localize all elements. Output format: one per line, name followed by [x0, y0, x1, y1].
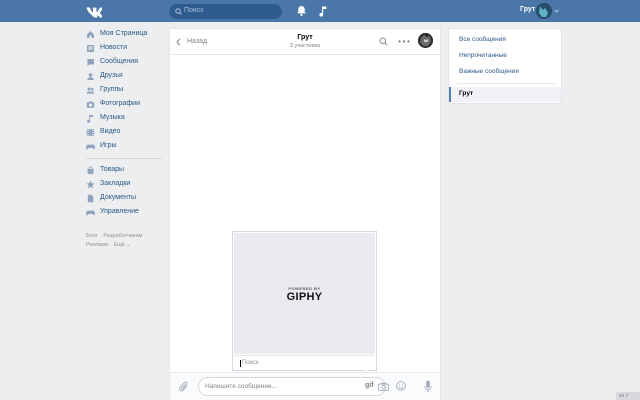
friends-icon	[87, 73, 94, 80]
sidebar-item-documents[interactable]: Документы	[86, 192, 166, 206]
filter-all-messages[interactable]: Все сообщения	[459, 36, 506, 43]
sidebar-divider	[86, 158, 162, 159]
sidebar-item-my-page[interactable]: Моя Страница	[86, 28, 166, 42]
star-icon	[86, 180, 95, 189]
sidebar-item-news[interactable]: Новости	[86, 42, 166, 56]
messages-icon	[87, 59, 94, 66]
filters-divider	[457, 83, 555, 84]
avatar-image-icon	[536, 3, 552, 19]
footer-link-more[interactable]: Ещё ⌄	[114, 242, 131, 248]
filter-important[interactable]: Важные сообщения	[459, 68, 519, 75]
search-icon[interactable]	[379, 37, 388, 46]
sidebar-item-friends[interactable]: Друзья	[86, 70, 166, 84]
groups-icon	[86, 87, 95, 94]
giphy-logo: GIPHY	[286, 291, 323, 303]
gif-button[interactable]: gif	[365, 382, 374, 389]
document-icon	[87, 194, 94, 203]
left-sidebar: Моя Страница Новости Сообщения Друзья Гр…	[86, 28, 166, 220]
music-icon	[87, 115, 93, 123]
filter-active-chat[interactable]: Грут	[449, 87, 561, 102]
sidebar-item-games[interactable]: Игры	[86, 140, 166, 154]
header-avatar[interactable]	[536, 3, 552, 19]
music-note-icon[interactable]	[318, 5, 329, 17]
giphy-search-input[interactable]: Поиск	[234, 355, 375, 370]
giphy-search-placeholder: Поиск	[242, 360, 259, 366]
sidebar-item-label: Видео	[100, 128, 121, 135]
message-composer: Напишите сообщение... gif	[169, 372, 441, 400]
sidebar-item-label: Друзья	[100, 72, 123, 79]
sidebar-item-label: Музыка	[100, 114, 125, 121]
sidebar-item-label: Управление	[100, 208, 139, 215]
chevron-down-icon[interactable]	[554, 9, 559, 13]
sidebar-item-label: Моя Страница	[100, 30, 148, 37]
emoji-icon[interactable]	[396, 381, 406, 391]
sidebar-item-label: Документы	[100, 194, 137, 201]
header-user-name[interactable]: Грут	[520, 6, 535, 13]
camera-icon	[86, 101, 95, 108]
home-icon	[87, 31, 94, 38]
giphy-popup: POWERED BY GIPHY Поиск	[232, 231, 377, 371]
sidebar-item-photos[interactable]: Фотографии	[86, 98, 166, 112]
header-search-input[interactable]: Поиск	[169, 4, 282, 19]
attach-icon[interactable]	[179, 381, 189, 393]
giphy-results-area: POWERED BY GIPHY	[234, 233, 375, 354]
text-caret	[240, 360, 241, 367]
chat-avatar[interactable]	[418, 33, 433, 48]
sidebar-footer-links: Блог Разработчикам Реклама Ещё ⌄	[86, 232, 166, 250]
microphone-icon[interactable]	[424, 380, 432, 393]
sidebar-item-label: Фотографии	[100, 100, 141, 107]
camera-icon[interactable]	[378, 382, 389, 391]
sidebar-item-video[interactable]: Видео	[86, 126, 166, 140]
sidebar-item-bookmarks[interactable]: Закладки	[86, 178, 166, 192]
avatar-image-icon	[418, 33, 433, 48]
sidebar-item-goods[interactable]: Товары	[86, 164, 166, 178]
sidebar-item-label: Игры	[100, 142, 117, 149]
sidebar-item-label: Сообщения	[100, 58, 138, 65]
message-input-placeholder: Напишите сообщение...	[205, 383, 278, 390]
top-header: Поиск Грут	[0, 0, 640, 22]
sidebar-item-label: Товары	[100, 166, 125, 173]
gamepad-icon	[86, 144, 95, 150]
filter-unread[interactable]: Непрочитанные	[459, 52, 507, 59]
message-filters: Все сообщения Непрочитанные Важные сообщ…	[448, 28, 562, 104]
gamepad-icon	[86, 210, 95, 216]
chat-participants[interactable]: 3 участника	[170, 43, 440, 49]
footer-link-blog[interactable]: Блог	[86, 233, 98, 239]
header-search-placeholder: Поиск	[184, 7, 204, 14]
vk-logo-icon[interactable]	[86, 4, 102, 18]
footer-link-ads[interactable]: Реклама	[86, 242, 108, 248]
footer-link-developers[interactable]: Разработчикам	[103, 233, 142, 239]
sidebar-item-management[interactable]: Управление	[86, 206, 166, 220]
sidebar-item-label: Закладки	[100, 180, 131, 187]
sidebar-item-label: Группы	[100, 86, 124, 93]
bag-icon	[87, 166, 94, 174]
video-icon	[86, 129, 95, 136]
search-icon	[175, 8, 182, 15]
scroll-to-top-button[interactable]: 10 ⇧	[616, 392, 640, 400]
more-options-icon[interactable]	[398, 40, 410, 43]
news-icon	[87, 45, 94, 52]
sidebar-item-label: Новости	[100, 44, 128, 51]
chat-header: Назад Грут 3 участника	[170, 29, 440, 55]
bell-icon[interactable]	[296, 5, 307, 17]
sidebar-item-groups[interactable]: Группы	[86, 84, 166, 98]
filter-active-label: Грут	[459, 90, 474, 97]
sidebar-item-music[interactable]: Музыка	[86, 112, 166, 126]
sidebar-item-messages[interactable]: Сообщения	[86, 56, 166, 70]
message-input[interactable]: Напишите сообщение... gif	[198, 377, 386, 396]
